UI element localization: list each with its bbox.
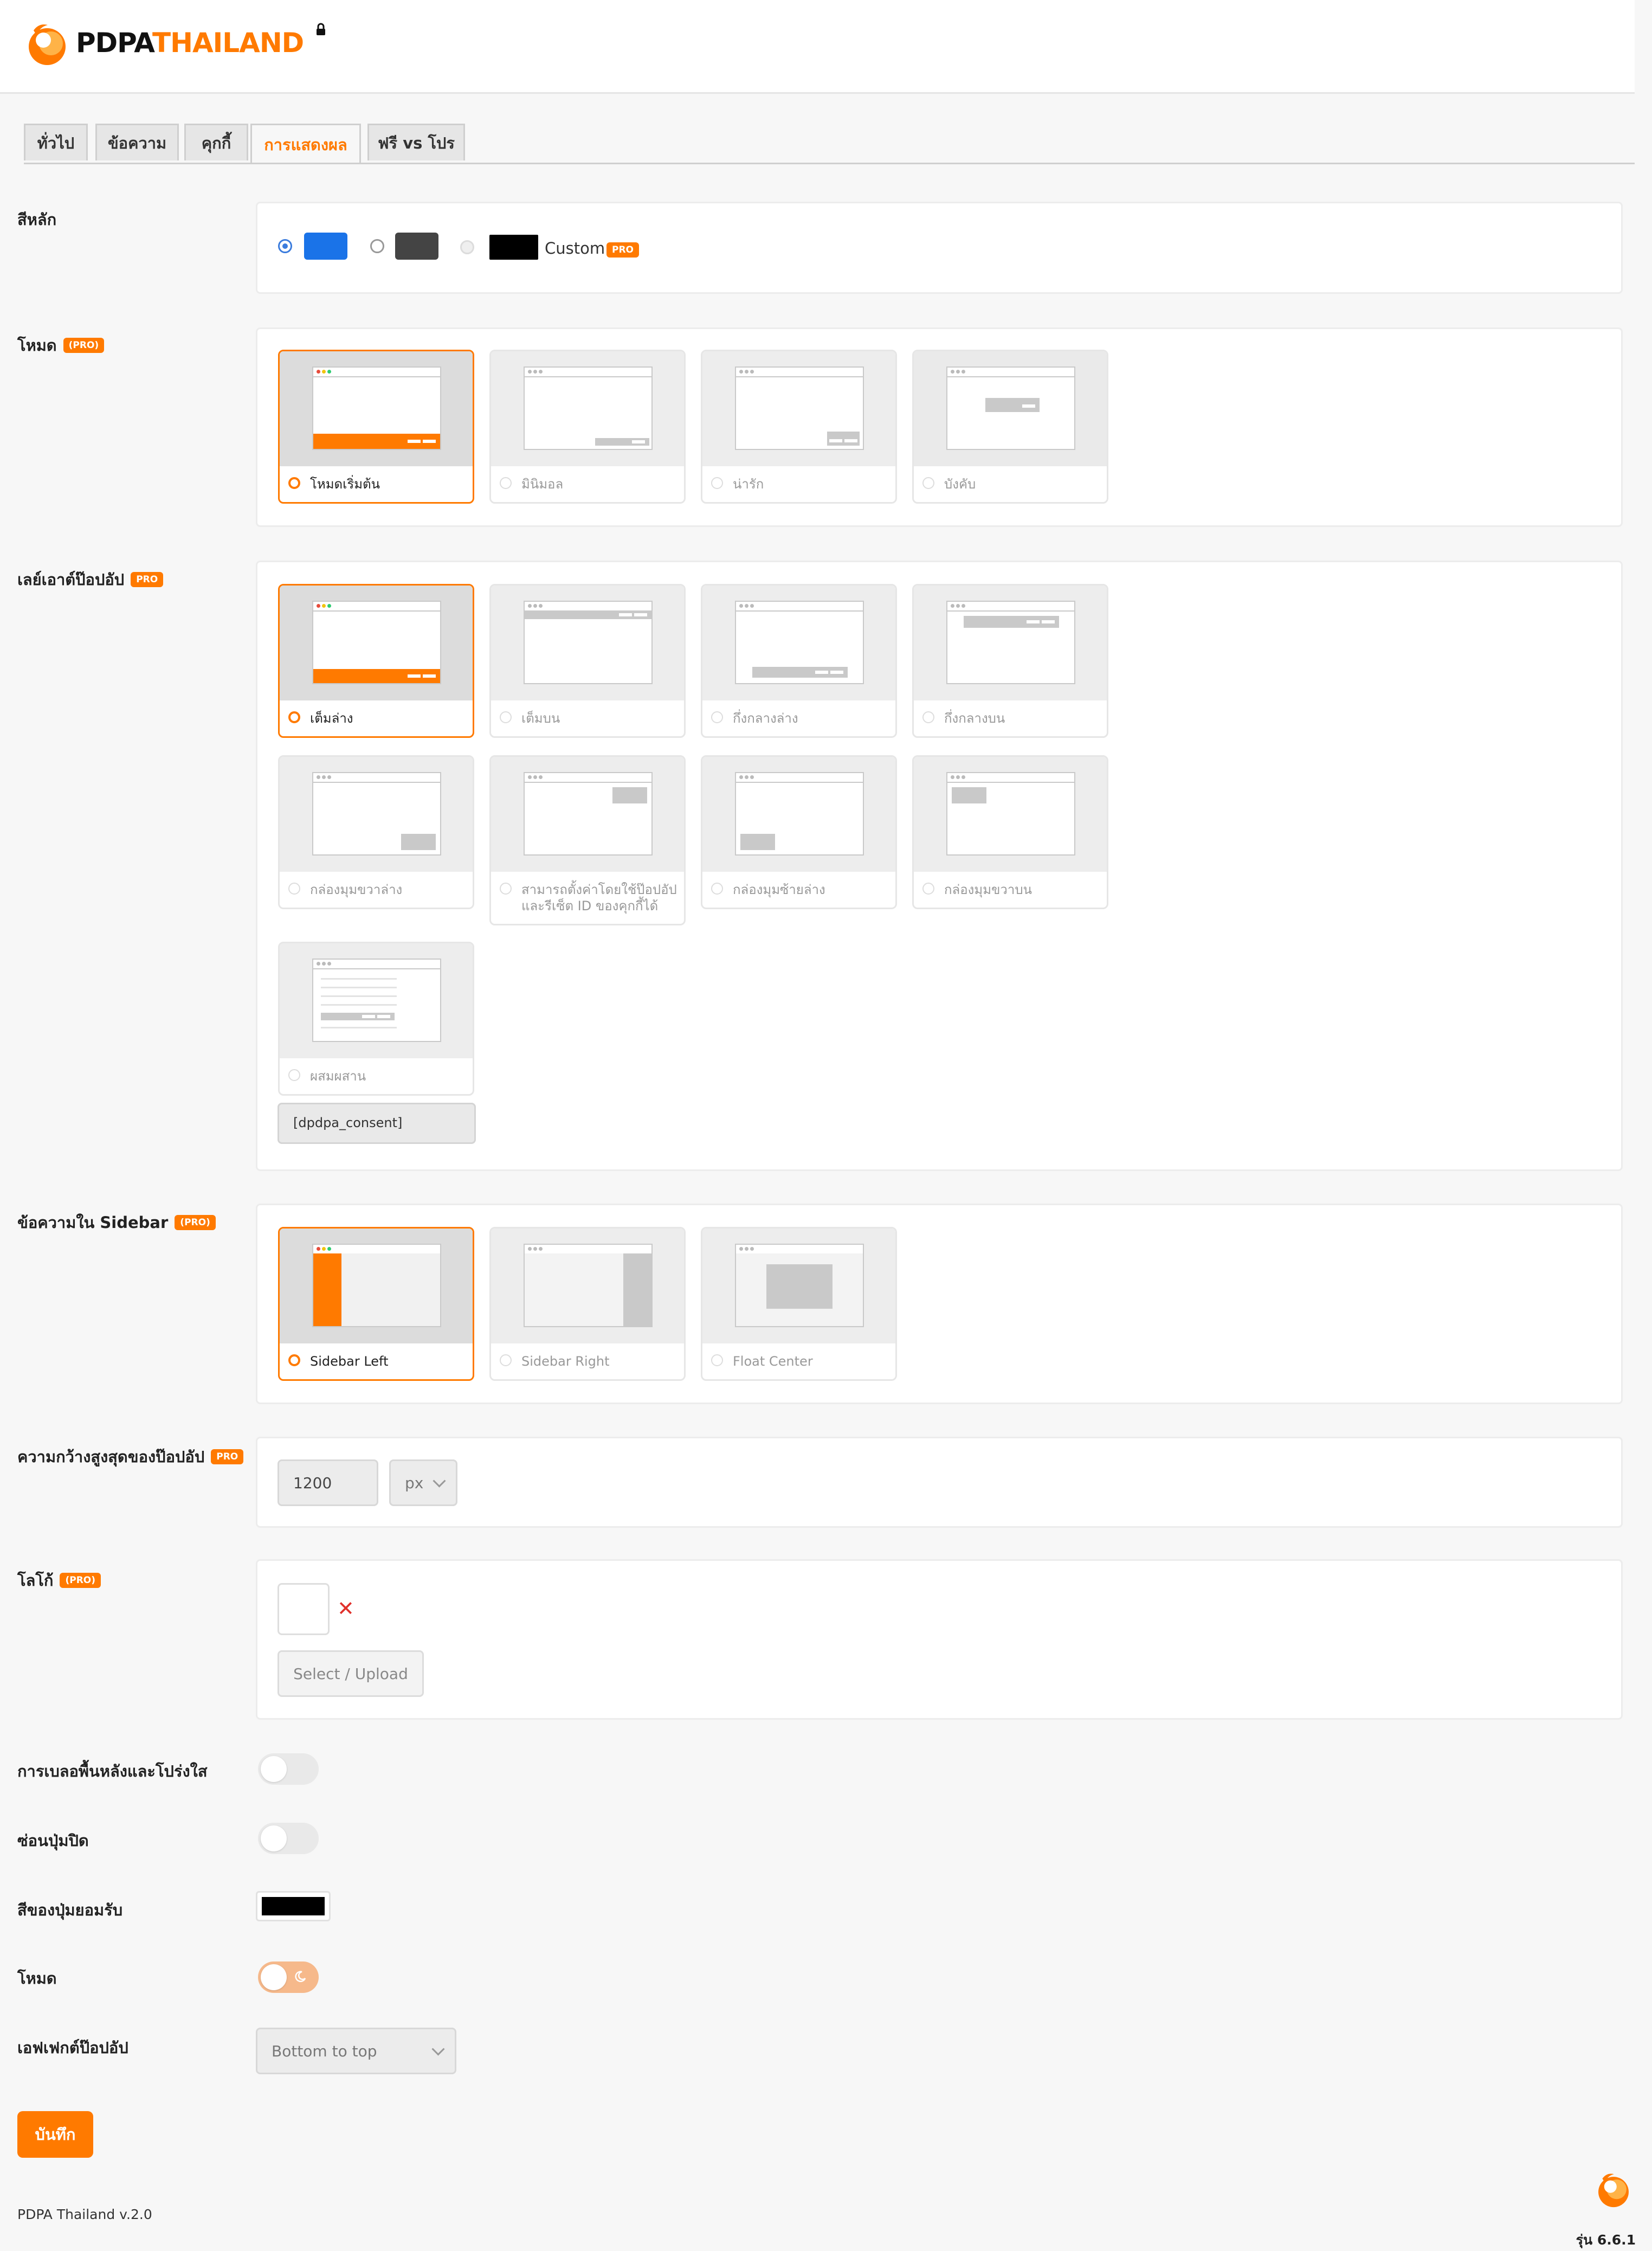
footer-text: PDPA Thailand v.2.0 (17, 2207, 152, 2222)
radio-button[interactable] (500, 711, 512, 723)
sidebar-message-label: ข้อความใน Sidebar (PRO) (17, 1210, 216, 1235)
accept-color-picker[interactable] (256, 1891, 331, 1921)
radio-button[interactable] (288, 883, 300, 895)
layout-option-box-bottom-left[interactable]: กล่องมุมซ้ายล่าง (701, 755, 897, 909)
tab-general[interactable]: ทั่วไป (24, 124, 88, 160)
hide-close-label: ซ่อนปุ่มปิด (17, 1831, 89, 1850)
color-blue-radio[interactable] (278, 239, 292, 253)
mode-option-forced[interactable]: บังคับ (912, 350, 1108, 504)
layout-option-reset-cookie[interactable]: สามารถตั้งค่าโดยใช้ป๊อปอัปและรีเซ็ต ID ข… (489, 755, 686, 925)
accept-color-label: สีของปุ่มยอมรับ (17, 1901, 123, 1919)
radio-button[interactable] (500, 1354, 512, 1366)
max-width-input[interactable]: 1200 (278, 1459, 378, 1506)
popup-effect-label: เอฟเฟกต์ป๊อปอัป (17, 2038, 128, 2057)
hide-close-toggle[interactable] (258, 1823, 319, 1854)
dark-mode-label: โหมด (17, 1969, 57, 1988)
color-blue-swatch[interactable] (304, 233, 347, 260)
popup-layout-panel: เต็มล่าง เต็มบน กึ่งกลางล่าง กึ่งกลางบน … (256, 561, 1623, 1171)
color-dark-radio[interactable] (370, 239, 384, 253)
radio-button[interactable] (500, 477, 512, 489)
lock-icon (317, 23, 325, 35)
select-upload-button[interactable]: Select / Upload (278, 1650, 424, 1697)
layout-option-box-bottom-right[interactable]: กล่องมุมขวาล่าง (278, 755, 474, 909)
mode-panel: โหมดเริ่มต้น มินิมอล น่ารัก บังคับ (256, 327, 1623, 527)
tab-free-vs-pro[interactable]: ฟรี vs โปร (367, 124, 465, 160)
tab-cookies[interactable]: คุกกี้ (184, 124, 248, 160)
pro-badge: (PRO) (175, 1215, 216, 1230)
color-custom-label: Custom (545, 239, 605, 258)
radio-button[interactable] (711, 883, 723, 895)
radio-button[interactable] (922, 883, 934, 895)
sidebar-message-panel: Sidebar Left Sidebar Right Float Center (256, 1204, 1623, 1404)
radio-button[interactable] (711, 711, 723, 723)
radio-button[interactable] (922, 477, 934, 489)
mode-option-cute[interactable]: น่ารัก (701, 350, 897, 504)
version-label: รุ่น 6.6.1 (1576, 2232, 1636, 2248)
shortcode-field[interactable]: [dpdpa_consent] (278, 1103, 476, 1144)
color-custom-radio[interactable] (460, 240, 474, 254)
pro-badge: (PRO) (63, 338, 105, 353)
top-header: PDPATHAILAND (0, 0, 1635, 94)
sidebar-option-float-center[interactable]: Float Center (701, 1227, 897, 1381)
radio-button[interactable] (711, 1354, 723, 1366)
brand-logo-text: PDPATHAILAND (76, 27, 304, 59)
layout-option-mixed[interactable]: ผสมผสาน (278, 942, 474, 1096)
layout-option-full-bottom[interactable]: เต็มล่าง (278, 584, 474, 738)
sidebar-option-left[interactable]: Sidebar Left (278, 1227, 474, 1381)
max-width-label: ความกว้างสูงสุดของป๊อปอัป PRO (17, 1444, 244, 1469)
radio-button[interactable] (922, 711, 934, 723)
radio-button[interactable] (288, 1069, 300, 1081)
radio-button[interactable] (288, 477, 300, 489)
layout-option-center-bottom[interactable]: กึ่งกลางล่าง (701, 584, 897, 738)
max-width-unit-select[interactable]: px (389, 1459, 457, 1506)
mode-option-default[interactable]: โหมดเริ่มต้น (278, 350, 474, 504)
popup-effect-select[interactable]: Bottom to top (256, 2028, 456, 2074)
primary-color-label: สีหลัก (17, 210, 57, 229)
floating-brand-icon[interactable] (1593, 2170, 1634, 2210)
mode-label: โหมด (PRO) (17, 333, 105, 358)
logo-label: โลโก้ (PRO) (17, 1568, 101, 1593)
chevron-down-icon (433, 1474, 446, 1488)
logo-panel (256, 1559, 1623, 1720)
pro-badge: PRO (606, 242, 640, 258)
blur-background-toggle[interactable] (258, 1753, 319, 1785)
dark-mode-toggle[interactable] (258, 1961, 319, 1993)
chevron-down-icon (431, 2042, 445, 2056)
layout-option-full-top[interactable]: เต็มบน (489, 584, 686, 738)
tab-display[interactable]: การแสดงผล (250, 124, 361, 164)
color-custom-swatch[interactable] (489, 235, 538, 260)
brand-logo-icon (29, 24, 66, 65)
layout-option-box-top-right[interactable]: กล่องมุมขวาบน (912, 755, 1108, 909)
radio-button[interactable] (500, 883, 512, 895)
remove-icon[interactable]: ✕ (337, 1598, 354, 1619)
moon-icon (295, 1971, 306, 1982)
tabs-divider (24, 163, 1635, 164)
sidebar-option-right[interactable]: Sidebar Right (489, 1227, 686, 1381)
pro-badge: PRO (211, 1449, 244, 1464)
popup-layout-label: เลย์เอาต์ป๊อปอัป PRO (17, 567, 164, 592)
max-width-panel (256, 1437, 1623, 1528)
radio-button[interactable] (288, 1354, 300, 1366)
color-dark-swatch[interactable] (395, 233, 438, 260)
radio-button[interactable] (711, 477, 723, 489)
pro-badge: PRO (131, 572, 164, 587)
radio-button[interactable] (288, 711, 300, 723)
mode-option-minimal[interactable]: มินิมอล (489, 350, 686, 504)
logo-preview (278, 1583, 330, 1635)
blur-background-label: การเบลอพื้นหลังและโปร่งใส (17, 1762, 208, 1780)
pro-badge: (PRO) (60, 1573, 101, 1588)
save-button[interactable]: บันทึก (17, 2111, 93, 2158)
layout-option-center-top[interactable]: กึ่งกลางบน (912, 584, 1108, 738)
tab-messages[interactable]: ข้อความ (95, 124, 179, 160)
primary-color-panel: Custom PRO (256, 202, 1623, 294)
